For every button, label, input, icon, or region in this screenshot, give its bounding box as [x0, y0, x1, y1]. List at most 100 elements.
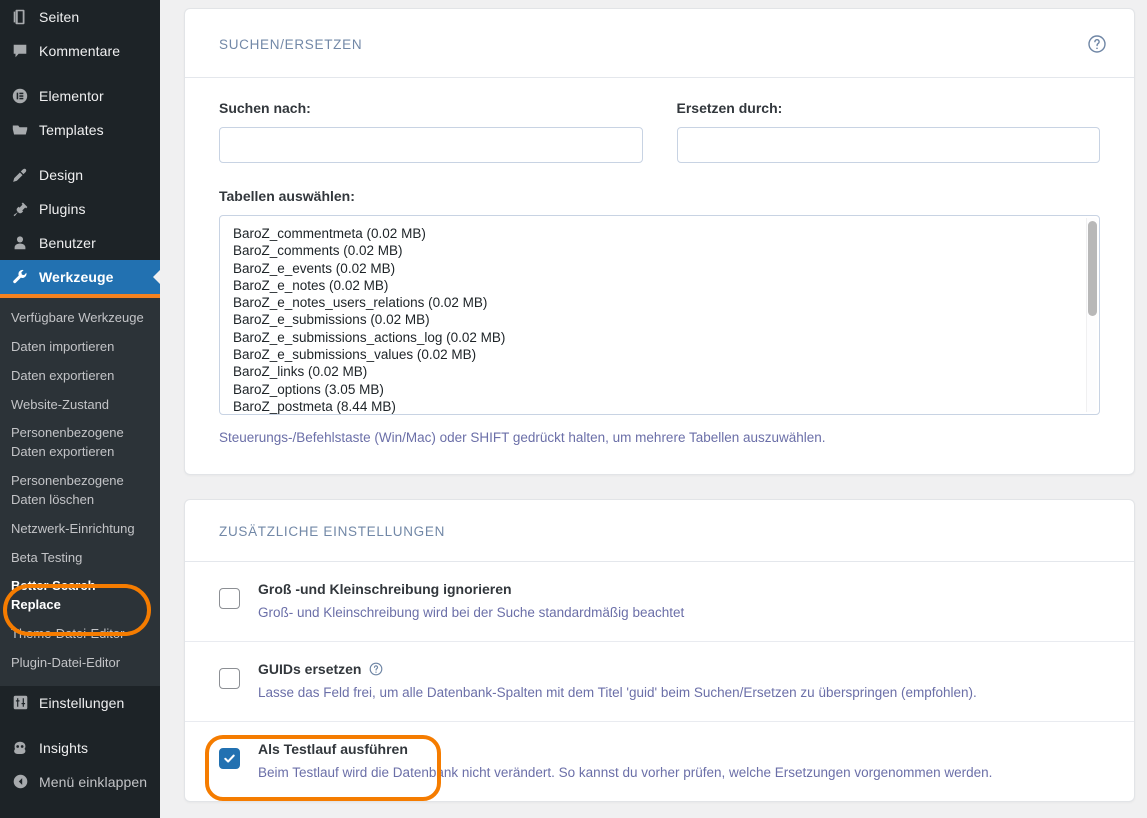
- folder-icon: [10, 120, 30, 140]
- tables-select-group: Tabellen auswählen: BaroZ_commentmeta (0…: [219, 188, 1100, 448]
- sidebar-subitem-daten-exportieren[interactable]: Daten exportieren: [0, 362, 160, 391]
- sidebar-subitem-website-zustand[interactable]: Website-Zustand: [0, 391, 160, 420]
- sidebar-subitem-netzwerk-einrichtung[interactable]: Netzwerk-Einrichtung: [0, 515, 160, 544]
- appearance-icon: [10, 165, 30, 185]
- dry-run-description: Beim Testlauf wird die Datenbank nicht v…: [258, 764, 993, 780]
- replace-input[interactable]: [676, 127, 1100, 163]
- table-option[interactable]: BaroZ_options (3.05 MB): [233, 381, 1099, 398]
- menu-separator: [0, 68, 160, 79]
- sidebar-item-label: Einstellungen: [39, 694, 125, 711]
- additional-settings-card-header: ZUSÄTZLICHE EINSTELLUNGEN: [185, 500, 1134, 562]
- ignore-case-title-text: Groß -und Kleinschreibung ignorieren: [258, 580, 512, 597]
- dry-run-title: Als Testlauf ausführen: [258, 741, 992, 757]
- tables-select-listbox[interactable]: BaroZ_commentmeta (0.02 MB) BaroZ_comment…: [219, 215, 1100, 415]
- sidebar-subitem-better-search-replace[interactable]: Better Search Replace: [0, 572, 160, 620]
- ignore-case-description: Groß- und Kleinschreibung wird bei der S…: [258, 604, 685, 620]
- dry-run-checkbox[interactable]: [219, 747, 240, 769]
- search-field-group: Suchen nach:: [219, 100, 643, 163]
- table-option[interactable]: BaroZ_comments (0.02 MB): [233, 242, 1099, 259]
- tables-select-hint: Steuerungs-/Befehlstaste (Win/Mac) oder …: [219, 430, 826, 445]
- sidebar-item-label: Kommentare: [39, 43, 121, 59]
- ignore-case-checkbox[interactable]: [219, 587, 240, 609]
- sidebar-item-design[interactable]: Design: [0, 158, 160, 192]
- collapse-menu-label: Menü einklappen: [39, 773, 148, 790]
- table-option[interactable]: BaroZ_e_notes_users_relations (0.02 MB): [233, 294, 1099, 311]
- table-option[interactable]: BaroZ_links (0.02 MB): [233, 363, 1099, 380]
- plugins-icon: [10, 199, 30, 219]
- sidebar-item-insights[interactable]: Insights: [0, 731, 160, 765]
- table-option[interactable]: BaroZ_e_submissions (0.02 MB): [233, 311, 1099, 328]
- help-circle-icon[interactable]: [1086, 33, 1108, 55]
- sidebar-item-elementor[interactable]: Elementor: [0, 79, 160, 113]
- setting-row-ignore-case[interactable]: Groß -und Kleinschreibung ignorieren Gro…: [185, 562, 1134, 642]
- sidebar-subitem-daten-importieren[interactable]: Daten importieren: [0, 333, 160, 362]
- tables-option-list[interactable]: BaroZ_commentmeta (0.02 MB) BaroZ_comment…: [220, 225, 1099, 414]
- sidebar-bottom-menu: Einstellungen Insights Menü einklappen: [0, 686, 160, 799]
- ignore-case-title: Groß -und Kleinschreibung ignorieren: [258, 581, 684, 597]
- table-option[interactable]: BaroZ_e_notes (0.02 MB): [233, 277, 1099, 294]
- sidebar-item-benutzer[interactable]: Benutzer: [0, 226, 160, 260]
- search-replace-card: SUCHEN/ERSETZEN Suchen nach: Ersetzen du…: [184, 8, 1135, 475]
- admin-sidebar: Seiten Kommentare Elementor Templates De…: [0, 0, 160, 818]
- dry-run-texts: Als Testlauf ausführen Beim Testlauf wir…: [258, 739, 992, 783]
- sidebar-subitem-plugin-datei-editor[interactable]: Plugin-Datei-Editor: [0, 649, 160, 678]
- collapse-arrow-icon: [10, 772, 30, 792]
- comments-icon: [10, 41, 30, 61]
- menu-separator: [0, 147, 160, 158]
- search-field-label: Suchen nach:: [219, 100, 311, 116]
- table-option[interactable]: BaroZ_e_submissions_values (0.02 MB): [233, 346, 1099, 363]
- page-title: SUCHEN/ERSETZEN: [219, 36, 363, 52]
- replace-guids-checkbox[interactable]: [219, 667, 240, 689]
- sidebar-item-label: Insights: [39, 739, 89, 756]
- sidebar-item-werkzeuge[interactable]: Werkzeuge: [0, 260, 160, 298]
- sidebar-item-kommentare[interactable]: Kommentare: [0, 34, 160, 68]
- tools-icon: [10, 267, 30, 287]
- sidebar-item-label: Werkzeuge: [39, 269, 114, 285]
- sidebar-item-templates[interactable]: Templates: [0, 113, 160, 147]
- additional-settings-title: ZUSÄTZLICHE EINSTELLUNGEN: [219, 523, 446, 539]
- search-replace-card-body: Suchen nach: Ersetzen durch: Tabellen au…: [185, 78, 1134, 474]
- sidebar-item-label: Elementor: [39, 88, 104, 104]
- sidebar-subitem-theme-datei-editor[interactable]: Theme-Datei-Editor: [0, 620, 160, 649]
- replace-field-label: Ersetzen durch:: [676, 100, 783, 116]
- elementor-icon: [10, 86, 30, 106]
- sidebar-item-label: Design: [39, 167, 84, 183]
- sidebar-subitem-beta-testing[interactable]: Beta Testing: [0, 544, 160, 573]
- sidebar-subitem-personenbezogene-daten-exportieren[interactable]: Personenbezogene Daten exportieren: [0, 419, 160, 467]
- help-circle-icon[interactable]: [368, 661, 384, 677]
- collapse-menu-button[interactable]: Menü einklappen: [0, 765, 160, 799]
- tables-scrollbar-thumb[interactable]: [1088, 221, 1097, 316]
- insights-icon: [10, 738, 30, 758]
- table-option[interactable]: BaroZ_e_submissions_actions_log (0.02 MB…: [233, 329, 1099, 346]
- table-option[interactable]: BaroZ_e_events (0.02 MB): [233, 260, 1099, 277]
- sidebar-item-label: Benutzer: [39, 235, 96, 251]
- pages-icon: [10, 7, 30, 27]
- sidebar-item-einstellungen[interactable]: Einstellungen: [0, 686, 160, 720]
- ignore-case-texts: Groß -und Kleinschreibung ignorieren Gro…: [258, 579, 684, 623]
- sidebar-item-label: Plugins: [39, 201, 86, 217]
- sidebar-subitem-verfuegbare-werkzeuge[interactable]: Verfügbare Werkzeuge: [0, 304, 160, 333]
- table-option[interactable]: BaroZ_postmeta (8.44 MB): [233, 398, 1099, 414]
- sidebar-subitem-personenbezogene-daten-loeschen[interactable]: Personenbezogene Daten löschen: [0, 467, 160, 515]
- table-option[interactable]: BaroZ_commentmeta (0.02 MB): [233, 225, 1099, 242]
- search-replace-card-header: SUCHEN/ERSETZEN: [185, 9, 1134, 78]
- sidebar-item-seiten[interactable]: Seiten: [0, 0, 160, 34]
- users-icon: [10, 233, 30, 253]
- replace-guids-title-text: GUIDs ersetzen: [258, 660, 362, 677]
- setting-row-dry-run[interactable]: Als Testlauf ausführen Beim Testlauf wir…: [185, 722, 1134, 801]
- dry-run-title-text: Als Testlauf ausführen: [258, 740, 408, 757]
- search-replace-fields: Suchen nach: Ersetzen durch:: [219, 100, 1100, 163]
- additional-settings-card: ZUSÄTZLICHE EINSTELLUNGEN Groß -und Klei…: [184, 498, 1135, 802]
- sidebar-item-plugins[interactable]: Plugins: [0, 192, 160, 226]
- sidebar-top-menu: Seiten Kommentare Elementor Templates De…: [0, 0, 160, 298]
- search-input[interactable]: [219, 127, 643, 163]
- tables-select-label: Tabellen auswählen:: [219, 188, 355, 204]
- replace-guids-texts: GUIDs ersetzen Lasse das Feld frei, um a…: [258, 659, 977, 703]
- sidebar-item-label: Templates: [39, 122, 104, 138]
- replace-guids-title: GUIDs ersetzen: [258, 661, 977, 677]
- sidebar-item-label: Seiten: [39, 9, 80, 25]
- settings-icon: [10, 693, 30, 713]
- replace-guids-description: Lasse das Feld frei, um alle Datenbank-S…: [258, 684, 977, 700]
- tables-scrollbar[interactable]: [1086, 218, 1097, 412]
- setting-row-replace-guids[interactable]: GUIDs ersetzen Lasse das Feld frei, um a…: [185, 642, 1134, 722]
